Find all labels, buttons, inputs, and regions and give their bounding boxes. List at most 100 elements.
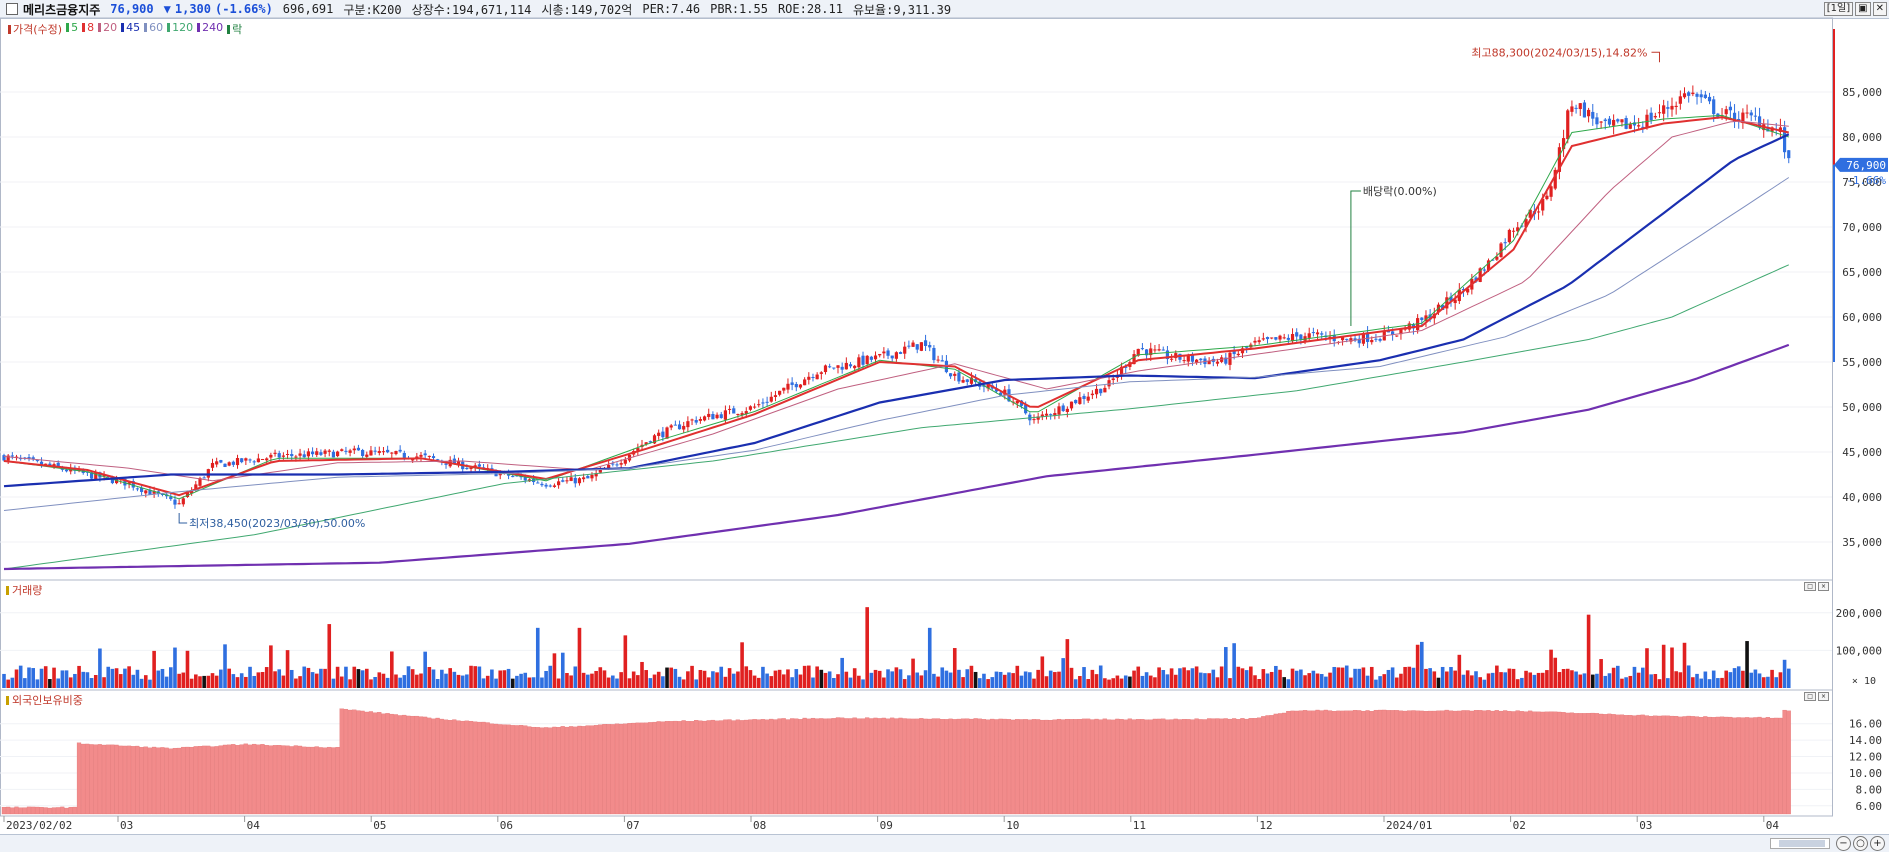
candle-body (953, 373, 957, 376)
candle-body (10, 455, 14, 457)
zoom-in-icon[interactable]: + (1870, 836, 1885, 851)
volume-bar (1707, 679, 1712, 688)
foreign-bar (1402, 710, 1408, 815)
foreign-bar (648, 722, 653, 815)
candle-body (340, 449, 344, 451)
volume-bar (1140, 675, 1145, 688)
candle-body (853, 365, 857, 369)
candle-body (1074, 399, 1078, 404)
foreign-bar (710, 719, 715, 815)
volume-bar (235, 677, 240, 688)
foreign-bar (1257, 717, 1262, 815)
foreign-bar (481, 721, 486, 815)
volume-bar (1440, 666, 1445, 688)
candle-body (256, 458, 260, 463)
foreign-bar (1069, 719, 1074, 815)
foreign-bar (1198, 719, 1203, 815)
candle-body (761, 402, 765, 404)
candle-body (1040, 414, 1044, 417)
candle-body (1666, 107, 1670, 109)
foreign-bar (635, 722, 640, 815)
stock-chart[interactable]: 85,00080,00075,00070,00065,00060,00055,0… (0, 0, 1889, 834)
foreign-axis-tick-label: 12.00 (1849, 751, 1882, 764)
candle-body (1587, 109, 1591, 117)
foreign-bar (610, 724, 615, 815)
ma8-line (3, 116, 1790, 497)
volume-bar (523, 672, 528, 688)
volume-bar (781, 674, 786, 688)
candle-body (244, 458, 248, 461)
candle-body (1345, 338, 1349, 340)
foreign-bar (935, 718, 941, 815)
scrollbar-thumb[interactable] (1779, 840, 1825, 847)
volume-bar (1336, 667, 1341, 688)
foreign-bar (202, 745, 207, 815)
foreign-bar (76, 742, 82, 815)
volume-bar (231, 674, 236, 688)
volume-bar (2, 673, 6, 688)
foreign-bar (1419, 710, 1424, 815)
candle-body (1278, 335, 1282, 340)
volume-bar (702, 670, 707, 688)
price-axis-tick-label: 50,000 (1842, 401, 1882, 414)
volume-bar (1703, 671, 1708, 688)
candle-body (869, 356, 873, 360)
volume-bar (515, 675, 519, 688)
foreign-bar (452, 719, 457, 815)
candle-body (932, 347, 936, 361)
dividend-marker (1350, 190, 1361, 326)
date-tick-label: 12 (1259, 819, 1272, 832)
volume-bar (1215, 677, 1220, 688)
volume-bar (306, 667, 311, 688)
foreign-bar (193, 746, 198, 815)
candle-body (773, 395, 778, 397)
candle-body (1745, 112, 1749, 114)
foreign-bar (1582, 713, 1587, 815)
volume-bar (1257, 678, 1261, 688)
zoom-reset-icon[interactable]: ○ (1853, 836, 1868, 851)
date-tick-label: 03 (1639, 819, 1652, 832)
candle-body (260, 458, 265, 460)
foreign-bar (614, 723, 620, 815)
candle-body (536, 482, 540, 484)
candle-body (1678, 96, 1682, 104)
candle-body (882, 351, 886, 354)
foreign-bar (731, 720, 736, 815)
foreign-bar (1352, 710, 1358, 815)
volume-bar (1361, 667, 1366, 688)
chart-scrollbar[interactable] (1770, 838, 1830, 849)
foreign-bar (206, 745, 211, 815)
volume-bar (335, 666, 340, 688)
candle-body (690, 419, 694, 421)
volume-bar (656, 671, 661, 688)
volume-bar (1786, 668, 1791, 688)
volume-bar (686, 671, 690, 688)
candle-body (1086, 396, 1090, 401)
volume-bar (1044, 676, 1049, 688)
volume-bar (273, 671, 277, 688)
foreign-bar (1436, 710, 1441, 815)
candle-body (565, 480, 569, 482)
ma5-line (3, 114, 1789, 500)
foreign-bar (1031, 719, 1037, 815)
candle-body (1674, 105, 1678, 108)
zoom-out-icon[interactable]: − (1836, 836, 1851, 851)
volume-bar (1403, 666, 1407, 688)
volume-bar (1374, 679, 1378, 688)
candle-body (948, 373, 953, 377)
volume-bar (114, 668, 119, 688)
candle-body (828, 366, 832, 368)
volume-bar (1745, 641, 1749, 688)
volume-bar (640, 661, 644, 688)
volume-bar (1019, 675, 1024, 688)
foreign-bar (1023, 719, 1028, 815)
volume-bar (1649, 674, 1653, 688)
foreign-bar (314, 746, 319, 815)
candle-body (1370, 340, 1374, 343)
candle-body (265, 458, 269, 461)
foreign-bar (752, 719, 757, 815)
volume-bar (560, 652, 565, 688)
volume-bar (1344, 665, 1349, 688)
foreign-bar (1386, 710, 1391, 815)
foreign-bar (894, 718, 899, 815)
